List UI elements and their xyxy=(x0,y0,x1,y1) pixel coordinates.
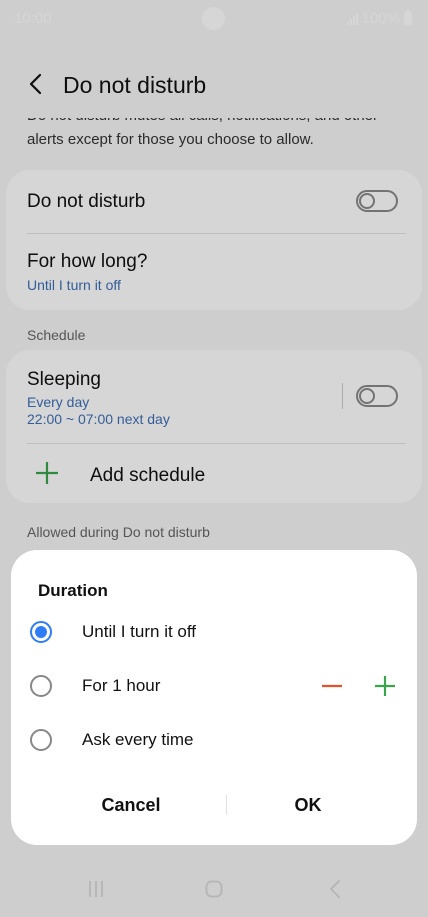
radio-button-checked[interactable] xyxy=(30,621,52,643)
radio-button[interactable] xyxy=(30,675,52,697)
back-icon[interactable] xyxy=(328,880,342,898)
cancel-button[interactable]: Cancel xyxy=(41,788,221,822)
plus-icon[interactable] xyxy=(374,675,396,697)
option-until-off[interactable]: Until I turn it off xyxy=(11,610,417,654)
option-ask-every-time[interactable]: Ask every time xyxy=(11,718,417,762)
radio-button[interactable] xyxy=(30,729,52,751)
option-label: Ask every time xyxy=(82,730,194,749)
option-label: For 1 hour xyxy=(82,676,161,695)
duration-dialog: Duration Until I turn it off For 1 hour … xyxy=(11,550,417,845)
dialog-title: Duration xyxy=(38,581,108,600)
minus-icon[interactable] xyxy=(321,675,343,697)
ok-button[interactable]: OK xyxy=(218,788,398,822)
home-icon[interactable] xyxy=(205,880,223,898)
navigation-bar xyxy=(0,862,428,917)
option-label: Until I turn it off xyxy=(82,622,197,641)
option-for-duration[interactable]: For 1 hour xyxy=(11,664,417,708)
screen: 10:00 100% Do not disturb Do not disturb… xyxy=(0,0,428,917)
recent-apps-icon[interactable] xyxy=(87,880,105,898)
